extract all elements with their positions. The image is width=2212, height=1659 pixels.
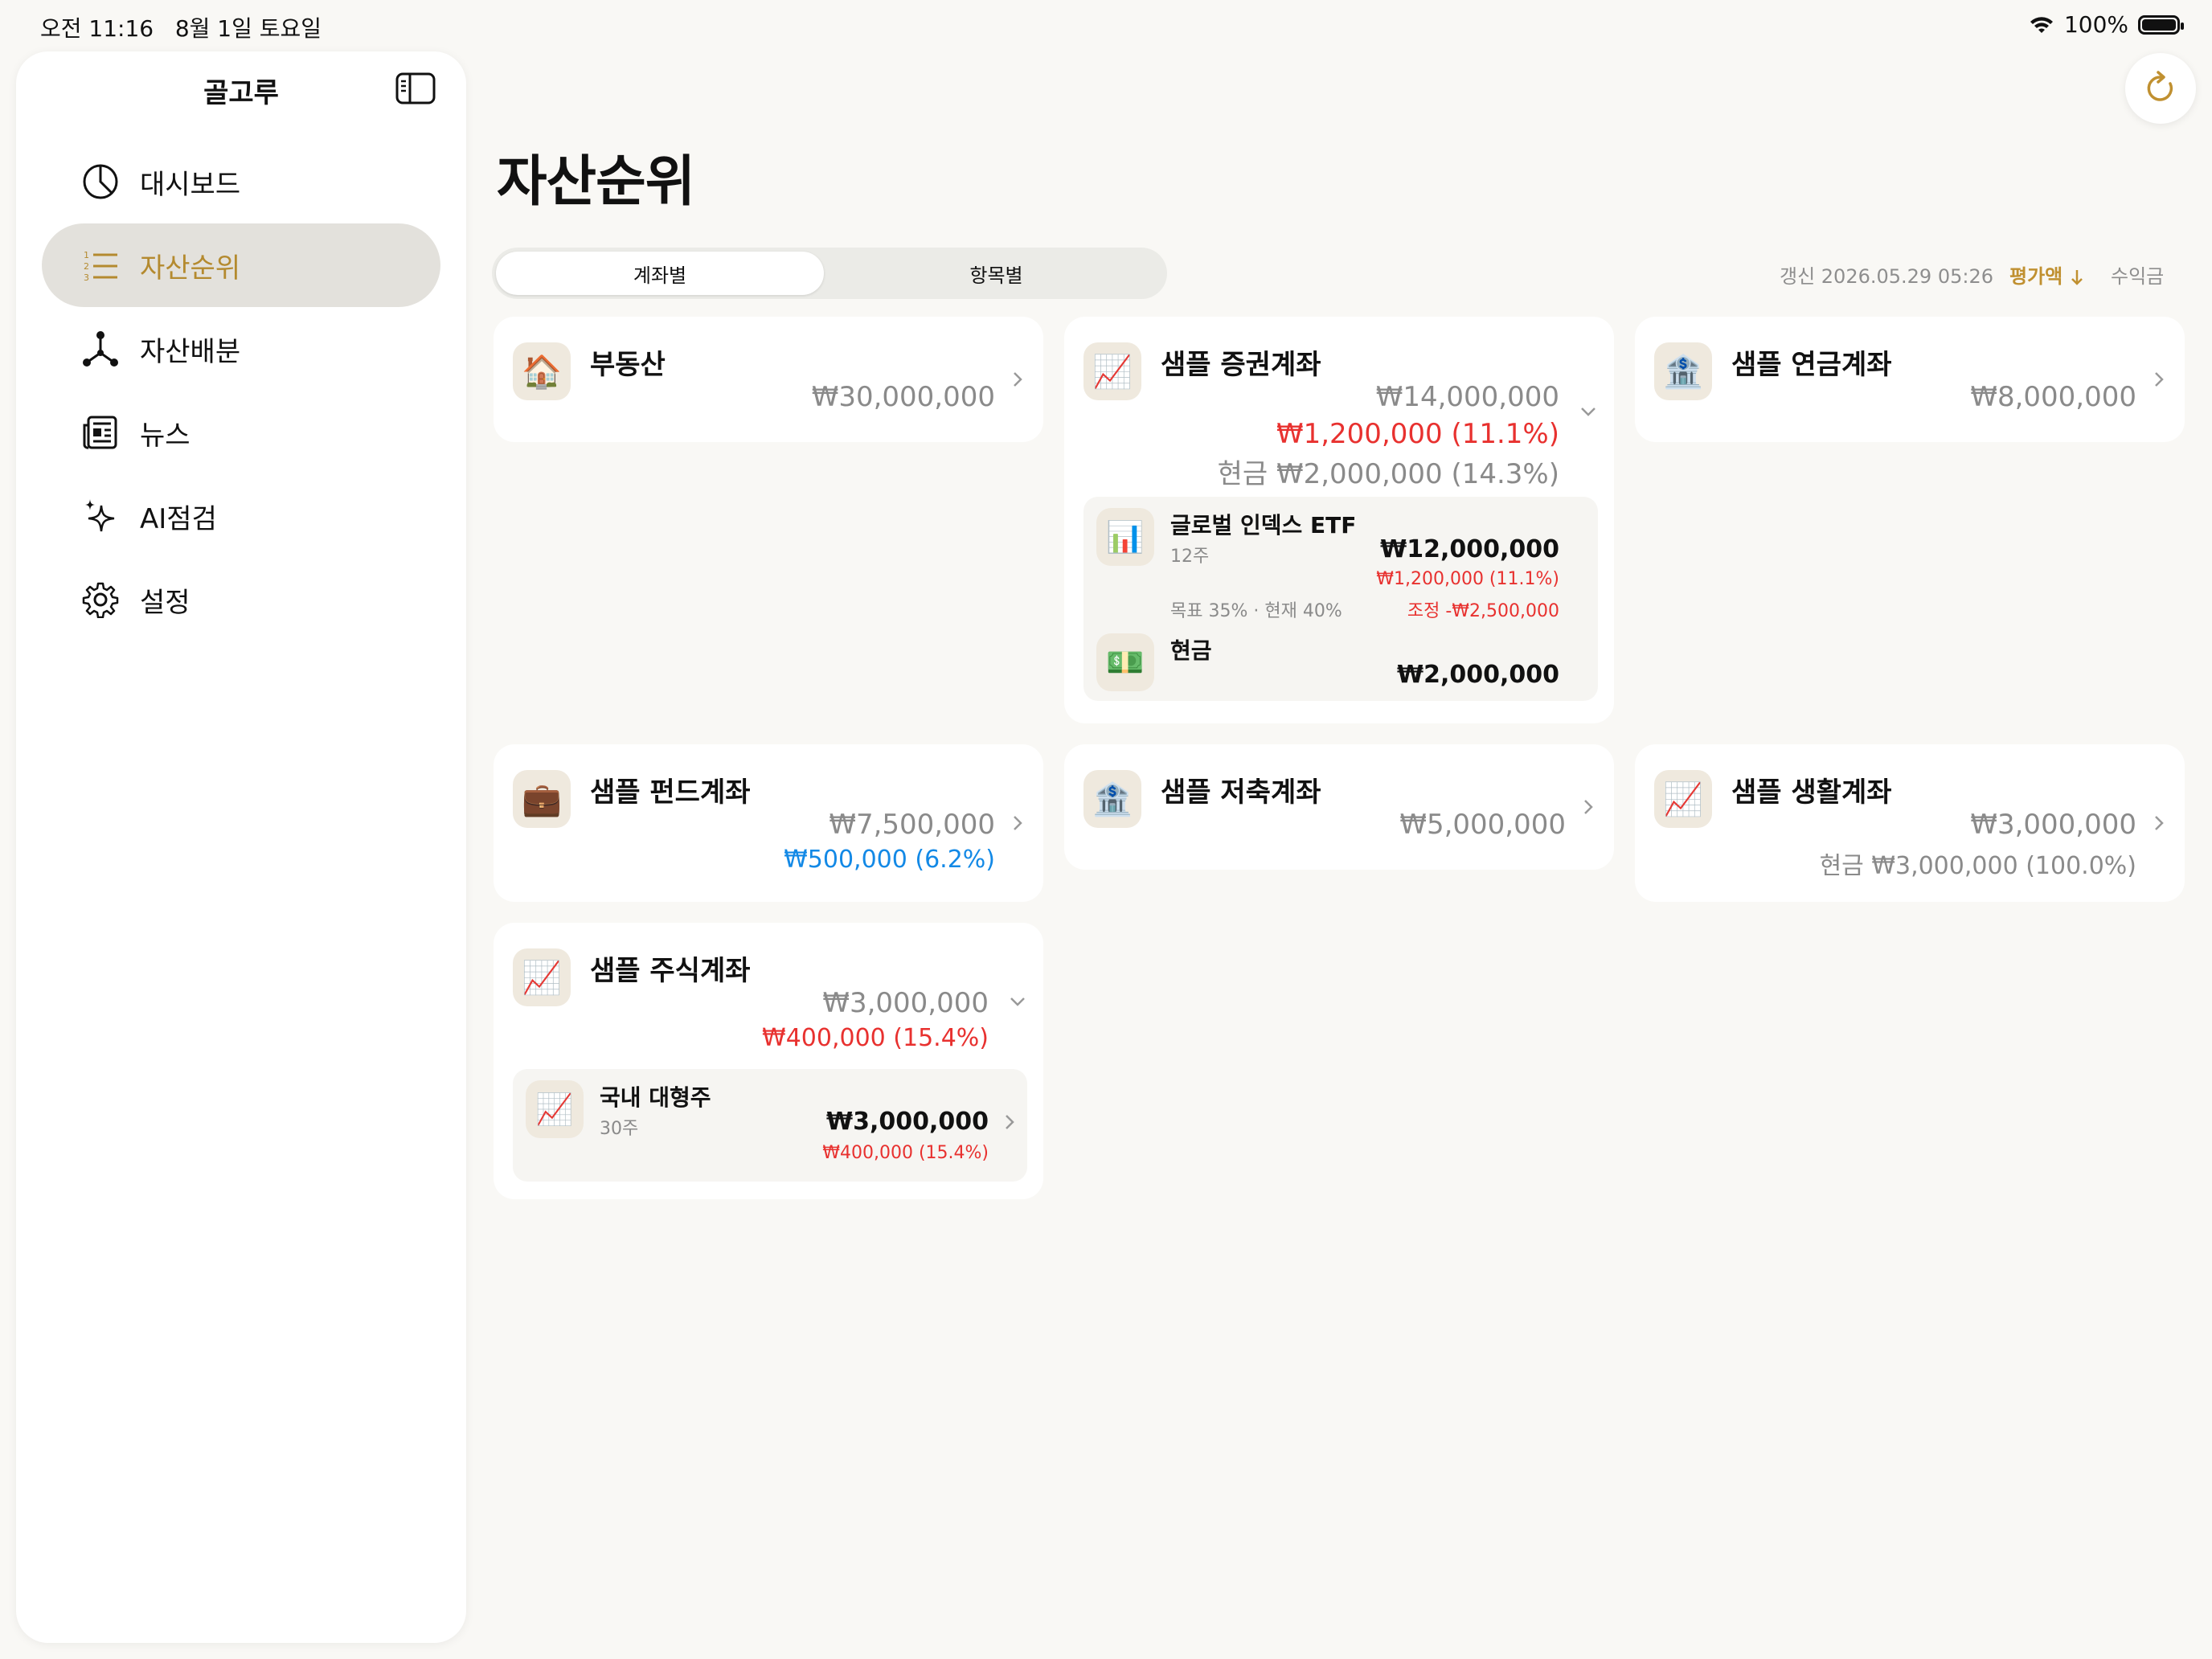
chart-up-icon: 📈 xyxy=(526,1080,584,1138)
sidebar-item-dashboard[interactable]: 대시보드 xyxy=(42,140,440,223)
svg-text:1: 1 xyxy=(84,250,89,260)
network-icon xyxy=(80,329,121,369)
refresh-button[interactable] xyxy=(2125,53,2196,124)
account-card-stock[interactable]: 📈 샘플 주식계좌 ₩3,000,000 ₩400,000 (15.4%) 📈 … xyxy=(494,923,1043,1199)
account-cash: 현금 ₩2,000,000 (14.3%) xyxy=(1217,458,1559,490)
account-card-securities[interactable]: 📈 샘플 증권계좌 ₩14,000,000 ₩1,200,000 (11.1%)… xyxy=(1064,317,1614,723)
chevron-right-icon xyxy=(1014,816,1022,830)
account-card-pension[interactable]: 🏦 샘플 연금계좌 ₩8,000,000 xyxy=(1635,317,2185,442)
status-date: 8월 1일 토요일 xyxy=(174,15,322,42)
gear-icon xyxy=(80,580,121,620)
chevron-right-icon xyxy=(1014,372,1022,387)
sidebar-item-asset-ranking[interactable]: 1 2 3 자산순위 xyxy=(42,223,440,307)
sidebar-item-settings[interactable]: 설정 xyxy=(42,558,440,641)
sidebar-item-label: 뉴스 xyxy=(140,419,190,452)
banknote-icon: 💵 xyxy=(1096,633,1154,691)
status-indicators: 100% xyxy=(2029,11,2184,38)
chevron-down-icon[interactable] xyxy=(1580,403,1596,420)
sidebar-item-label: 설정 xyxy=(140,586,190,619)
bank-icon: 🏦 xyxy=(1083,770,1141,828)
holding-adjust: 조정 -₩2,500,000 xyxy=(1407,601,1559,621)
sidebar: 골고루 대시보드 1 2 3 자산순위 자산배분 뉴스 AI점검 설정 xyxy=(16,51,466,1643)
sidebar-item-label: AI점검 xyxy=(140,502,217,535)
sidebar-item-news[interactable]: 뉴스 xyxy=(42,391,440,474)
pie-chart-icon xyxy=(80,162,121,202)
sidebar-item-allocation[interactable]: 자산배분 xyxy=(42,307,440,391)
refresh-icon xyxy=(2147,71,2173,101)
account-name: 샘플 펀드계좌 xyxy=(590,776,751,809)
holding-profit: ₩400,000 (15.4%) xyxy=(822,1143,989,1163)
holding-row-domestic-largecap[interactable]: 📈 국내 대형주 30주 ₩3,000,000 ₩400,000 (15.4%) xyxy=(513,1069,1027,1182)
account-name: 샘플 생활계좌 xyxy=(1731,776,1892,809)
battery-icon xyxy=(2138,14,2184,35)
briefcase-icon: 💼 xyxy=(513,770,571,828)
holding-name: 글로벌 인덱스 ETF xyxy=(1170,512,1357,539)
account-card-savings[interactable]: 🏦 샘플 저축계좌 ₩5,000,000 xyxy=(1064,744,1614,870)
holding-profit: ₩1,200,000 (11.1%) xyxy=(1376,569,1559,589)
sidebar-item-ai-check[interactable]: AI점검 xyxy=(42,474,440,558)
updated-timestamp: 갱신 2026.05.29 05:26 xyxy=(1780,265,1993,288)
account-card-realestate[interactable]: 🏠 부동산 ₩30,000,000 xyxy=(494,317,1043,442)
chevron-right-icon xyxy=(1006,1115,1014,1129)
chart-up-icon: 📈 xyxy=(513,948,571,1006)
sidebar-item-label: 자산순위 xyxy=(140,252,241,285)
sparkles-icon xyxy=(80,496,121,536)
holding-name: 현금 xyxy=(1170,637,1212,664)
sort-by-value-button[interactable]: 평가액 xyxy=(2009,260,2084,289)
view-segmented-control: 계좌별 항목별 xyxy=(492,248,1167,299)
account-amount: ₩3,000,000 xyxy=(822,987,989,1019)
holdings-list: 📊 글로벌 인덱스 ETF 12주 ₩12,000,000 ₩1,200,000… xyxy=(1083,497,1598,701)
account-amount: ₩7,500,000 xyxy=(829,809,995,841)
numbered-list-icon: 1 2 3 xyxy=(80,245,121,285)
status-time: 오전 11:16 8월 1일 토요일 xyxy=(40,15,322,42)
tab-by-item[interactable]: 항목별 xyxy=(830,252,1163,295)
arrow-down-icon xyxy=(2071,270,2083,285)
account-amount: ₩3,000,000 xyxy=(1970,809,2136,841)
holding-amount: ₩2,000,000 xyxy=(1396,661,1559,689)
account-name: 샘플 저축계좌 xyxy=(1161,776,1321,809)
sidebar-item-label: 대시보드 xyxy=(140,168,241,201)
bar-chart-icon: 📊 xyxy=(1096,508,1154,566)
newspaper-icon xyxy=(80,412,121,453)
sidebar-item-label: 자산배분 xyxy=(140,335,241,368)
battery-percent: 100% xyxy=(2063,11,2128,38)
holding-name: 국내 대형주 xyxy=(600,1084,711,1111)
account-profit: ₩1,200,000 (11.1%) xyxy=(1276,418,1559,450)
chevron-down-icon[interactable] xyxy=(1010,993,1026,1010)
chart-up-icon: 📈 xyxy=(1654,770,1712,828)
bank-icon: 🏦 xyxy=(1654,342,1712,400)
account-profit: ₩500,000 (6.2%) xyxy=(784,846,995,874)
account-amount: ₩5,000,000 xyxy=(1399,809,1566,841)
tab-by-account[interactable]: 계좌별 xyxy=(496,252,824,295)
house-icon: 🏠 xyxy=(513,342,571,400)
account-name: 부동산 xyxy=(590,349,666,381)
account-cash: 현금 ₩3,000,000 (100.0%) xyxy=(1819,852,2136,880)
chevron-right-icon xyxy=(2155,372,2164,387)
account-name: 샘플 주식계좌 xyxy=(590,955,751,987)
account-card-living[interactable]: 📈 샘플 생활계좌 ₩3,000,000 현금 ₩3,000,000 (100.… xyxy=(1635,744,2185,902)
chart-up-icon: 📈 xyxy=(1083,342,1141,400)
chevron-right-icon xyxy=(1584,800,1593,814)
holding-shares: 12주 xyxy=(1170,547,1210,567)
chevron-right-icon xyxy=(2155,816,2164,830)
page-title: 자산순위 xyxy=(497,150,695,214)
holding-target: 목표 35% · 현재 40% xyxy=(1170,601,1342,621)
holding-shares: 30주 xyxy=(600,1119,639,1139)
account-name: 샘플 연금계좌 xyxy=(1731,349,1892,381)
account-card-fund[interactable]: 💼 샘플 펀드계좌 ₩7,500,000 ₩500,000 (6.2%) xyxy=(494,744,1043,902)
svg-text:2: 2 xyxy=(84,261,89,272)
account-amount: ₩8,000,000 xyxy=(1970,381,2136,413)
sidebar-toggle-icon[interactable] xyxy=(395,72,436,104)
account-amount: ₩14,000,000 xyxy=(1375,381,1559,413)
sort-by-profit-button[interactable]: 수익금 xyxy=(2111,260,2164,289)
holding-amount: ₩3,000,000 xyxy=(825,1108,989,1136)
wifi-icon xyxy=(2030,16,2053,33)
account-name: 샘플 증권계좌 xyxy=(1161,349,1321,381)
holding-amount: ₩12,000,000 xyxy=(1380,535,1559,563)
account-profit: ₩400,000 (15.4%) xyxy=(762,1024,989,1052)
account-amount: ₩30,000,000 xyxy=(811,381,995,413)
svg-text:3: 3 xyxy=(84,272,89,283)
